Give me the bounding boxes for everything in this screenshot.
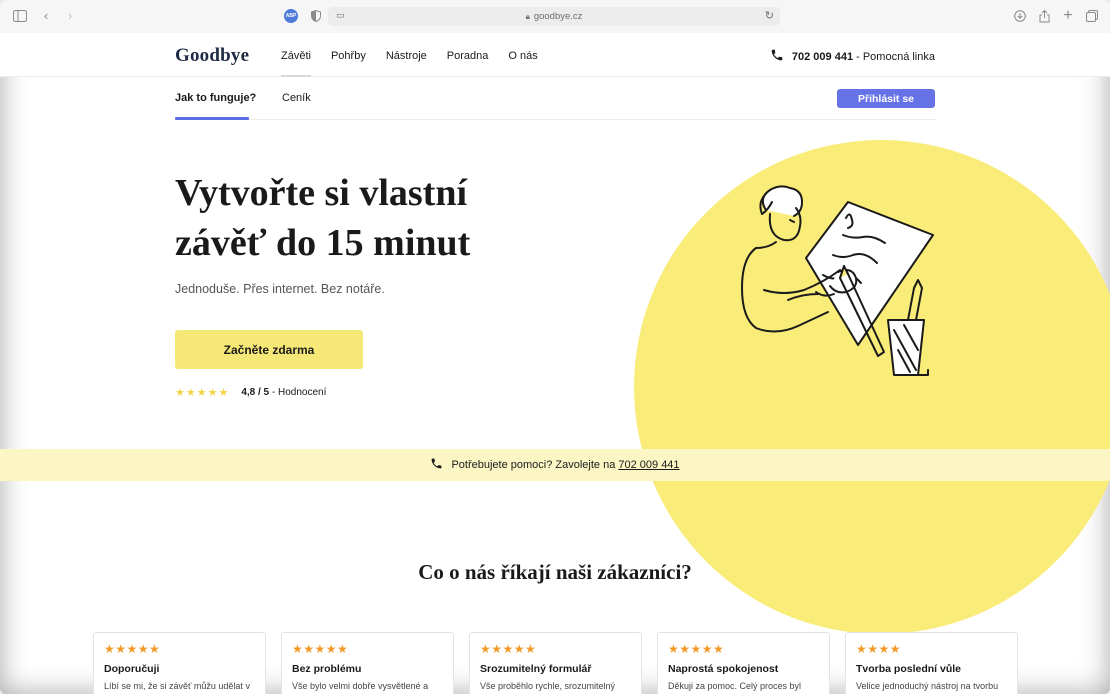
- back-icon[interactable]: ‹: [38, 8, 54, 24]
- review-text: Líbí se mi, že si závěť můžu udělat v: [104, 681, 250, 691]
- help-phone-link[interactable]: 702 009 441: [618, 459, 679, 471]
- review-cards: ★★★★★ Doporučuji Líbí se mi, že si závěť…: [93, 632, 1018, 694]
- rating-label: - Hodnocení: [269, 387, 327, 398]
- browser-window: ‹ › ABP ▭ 🔒︎ goodbye.cz ↻ + Goodbye Závě…: [0, 0, 1110, 694]
- logo[interactable]: Goodbye: [175, 45, 249, 67]
- tab-overview-icon[interactable]: [1084, 8, 1100, 24]
- review-title: Tvorba poslední vůle: [856, 663, 962, 675]
- nav-item-o-nas[interactable]: O nás: [508, 50, 537, 62]
- nav-item-nastroje[interactable]: Nástroje: [386, 50, 427, 62]
- help-banner: Potřebujete pomoci? Zavolejte na 702 009…: [0, 449, 1110, 481]
- review-text: Velice jednoduchý nástroj na tvorbu: [856, 681, 999, 691]
- review-card: ★★★★★ Doporučuji Líbí se mi, že si závěť…: [93, 632, 266, 694]
- review-title: Srozumitelný formulář: [480, 663, 592, 675]
- rating-value: 4,8 / 5: [241, 387, 270, 398]
- help-text: Potřebujete pomoci? Zavolejte na: [451, 459, 619, 471]
- nav-item-pohrby[interactable]: Pohřby: [331, 50, 366, 62]
- phone-number: 702 009 441: [791, 50, 854, 63]
- review-stars: ★★★★★: [480, 642, 537, 656]
- review-stars: ★★★★: [856, 642, 902, 656]
- review-stars: ★★★★★: [292, 642, 349, 656]
- review-card: ★★★★★ Bez problému Vše bylo velmi dobře …: [281, 632, 454, 694]
- nav-item-zaveti[interactable]: Závěti: [281, 50, 311, 77]
- active-tab-indicator: [175, 117, 249, 120]
- person-writing-will-illustration: [741, 185, 934, 376]
- nav-item-poradna[interactable]: Poradna: [447, 50, 489, 62]
- review-card: ★★★★★ Naprostá spokojenost Děkuji za pom…: [657, 632, 830, 694]
- sidebar-toggle-icon[interactable]: [12, 8, 28, 24]
- rating-summary: ★★★★★ 4,8 / 5 - Hodnocení: [175, 386, 326, 399]
- share-icon[interactable]: [1036, 8, 1052, 24]
- address-bar[interactable]: ▭ 🔒︎ goodbye.cz ↻: [328, 7, 780, 26]
- download-icon[interactable]: [1012, 8, 1028, 24]
- phone-label: - Pomocná linka: [853, 50, 935, 63]
- rating-stars: ★★★★★: [175, 387, 230, 399]
- adblock-icon[interactable]: ABP: [284, 9, 298, 23]
- review-title: Naprostá spokojenost: [668, 663, 779, 675]
- start-free-button[interactable]: Začněte zdarma: [175, 330, 363, 369]
- main-nav: Závěti Pohřby Nástroje Poradna O nás: [281, 50, 538, 77]
- lock-icon: 🔒︎: [525, 11, 530, 21]
- hero-title-line-1: Vytvořte si vlastní: [175, 172, 468, 214]
- review-text: Vše bylo velmi dobře vysvětlené a: [292, 681, 429, 691]
- sub-nav: Jak to funguje? Ceník Přihlásit se: [175, 78, 935, 120]
- reload-icon[interactable]: ↻: [765, 9, 774, 22]
- forward-icon[interactable]: ›: [62, 8, 78, 24]
- new-tab-icon[interactable]: +: [1060, 8, 1076, 24]
- review-stars: ★★★★★: [104, 642, 161, 656]
- review-stars: ★★★★★: [668, 642, 725, 656]
- review-card: ★★★★★ Srozumitelný formulář Vše proběhlo…: [469, 632, 642, 694]
- hero-title-line-2: závěť do 15 minut: [175, 222, 471, 264]
- review-card: ★★★★ Tvorba poslední vůle Velice jednodu…: [845, 632, 1018, 694]
- hero-subtitle: Jednoduše. Přes internet. Bez notáře.: [175, 282, 385, 296]
- review-title: Bez problému: [292, 663, 362, 675]
- review-text: Vše proběhlo rychle, srozumitelný: [480, 681, 616, 691]
- url-text: goodbye.cz: [533, 11, 583, 22]
- browser-toolbar: ‹ › ABP ▭ 🔒︎ goodbye.cz ↻ +: [0, 0, 1110, 33]
- shield-icon[interactable]: [308, 8, 324, 24]
- login-button[interactable]: Přihlásit se: [837, 89, 935, 108]
- review-text: Děkuji za pomoc. Celý proces byl: [668, 681, 802, 691]
- page-icon: ▭: [336, 10, 345, 20]
- site-header: Goodbye Závěti Pohřby Nástroje Poradna O…: [0, 33, 1110, 77]
- phone-icon: [770, 48, 784, 65]
- phone-icon: [430, 457, 443, 473]
- hero-title: Vytvořte si vlastní závěť do 15 minut: [175, 168, 595, 268]
- phone-helpline[interactable]: 702 009 441 - Pomocná linka: [770, 48, 935, 65]
- tab-jak-to-funguje[interactable]: Jak to funguje?: [175, 92, 256, 104]
- reviews-title: Co o nás říkají naši zákazníci?: [418, 560, 692, 584]
- tab-cenik[interactable]: Ceník: [282, 92, 311, 104]
- review-title: Doporučuji: [104, 663, 160, 675]
